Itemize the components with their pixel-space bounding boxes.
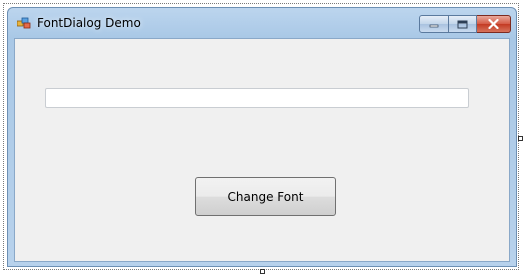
app-window-icon <box>17 17 31 29</box>
close-button[interactable] <box>477 15 511 33</box>
designer-surface: FontDialog Demo Change Font <box>0 0 526 278</box>
minimize-icon <box>429 24 439 28</box>
resize-grip-right[interactable] <box>518 136 523 141</box>
maximize-button[interactable] <box>449 15 477 33</box>
form-client-area: Change Font <box>14 38 510 262</box>
window-title: FontDialog Demo <box>37 16 141 30</box>
text-input[interactable] <box>45 88 469 108</box>
resize-grip-bottom[interactable] <box>260 269 265 274</box>
change-font-button[interactable]: Change Font <box>195 177 336 216</box>
maximize-icon <box>457 20 468 28</box>
close-icon <box>488 19 499 29</box>
caption-buttons <box>419 15 511 33</box>
title-bar[interactable]: FontDialog Demo <box>8 8 516 38</box>
app-window: FontDialog Demo Change Font <box>7 7 517 267</box>
minimize-button[interactable] <box>419 15 449 33</box>
